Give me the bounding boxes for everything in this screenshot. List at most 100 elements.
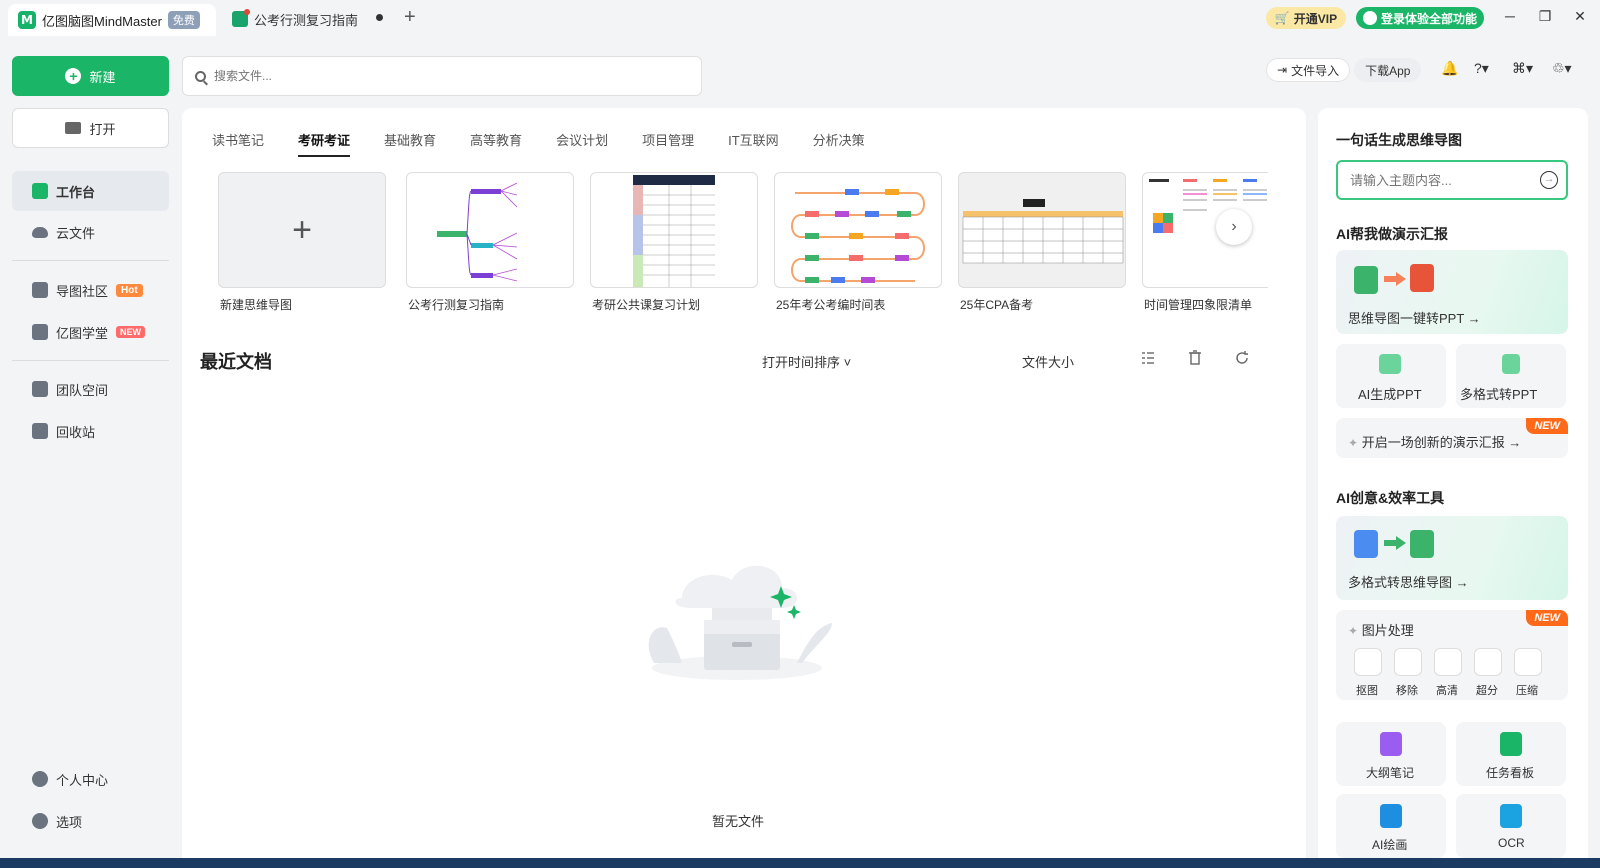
remove-label: 移除	[1396, 685, 1418, 697]
ai-mindmap-title: 一句话生成思维导图	[1336, 132, 1462, 148]
search-input[interactable]	[214, 69, 674, 83]
new-badge: NEW	[116, 326, 146, 338]
tab-analysis-decision[interactable]: 分析决策	[813, 130, 865, 157]
sidebar-item-academy[interactable]: 亿图学堂 NEW	[12, 312, 169, 352]
sidebar-item-team-space[interactable]: 团队空间	[12, 369, 169, 409]
ocr-card[interactable]: OCR	[1456, 794, 1566, 858]
import-icon: ⇥	[1277, 63, 1288, 77]
file-import-button[interactable]: ⇥ 文件导入	[1266, 58, 1351, 82]
tab-meeting-plan[interactable]: 会议计划	[556, 130, 608, 157]
sidebar-item-label: 团队空间	[56, 382, 109, 398]
ocr-icon	[1500, 804, 1522, 828]
send-arrow-icon[interactable]: →	[1540, 171, 1558, 189]
open-label: 打开	[89, 121, 116, 137]
sidebar-item-label: 亿图学堂	[56, 325, 109, 341]
bell-icon[interactable]: 🔔	[1441, 60, 1458, 77]
cutout-label: 抠图	[1356, 685, 1378, 697]
minimize-icon[interactable]: ─	[1500, 8, 1520, 24]
search-box[interactable]	[182, 56, 702, 96]
login-button[interactable]: 登录体验全部功能	[1356, 7, 1484, 29]
ai-generate-ppt-card[interactable]: AI生成PPT	[1336, 344, 1446, 408]
sort-label: 打开时间排序	[762, 355, 841, 370]
sidebar-item-community[interactable]: 导图社区 Hot	[12, 270, 169, 310]
template-label: 新建思维导图	[220, 298, 293, 312]
outline-notes-icon	[1380, 732, 1402, 756]
sidebar-item-label: 导图社区	[56, 283, 109, 299]
template-thumbnail	[774, 172, 942, 288]
ai-drawing-card[interactable]: AI绘画	[1336, 794, 1446, 858]
template-card[interactable]: 考研公共课复习计划	[590, 172, 758, 312]
hd-button[interactable]	[1434, 648, 1462, 676]
sidebar-item-options[interactable]: 选项	[12, 801, 169, 841]
app-home-tab[interactable]: M 亿图脑图MindMaster 免费	[8, 4, 216, 36]
template-card[interactable]: 公考行测复习指南	[406, 172, 574, 312]
trash-icon[interactable]	[1187, 350, 1203, 366]
compress-button[interactable]	[1514, 648, 1542, 676]
multi-format-to-ppt-label: 多格式转PPT	[1460, 387, 1538, 402]
list-view-icon[interactable]	[1140, 350, 1156, 366]
cart-icon: 🛒	[1274, 11, 1290, 25]
multi-format-to-mindmap-card[interactable]: 多格式转思维导图 →	[1336, 516, 1568, 600]
compress-label: 压缩	[1516, 685, 1538, 697]
document-tab[interactable]: 公考行测复习指南	[232, 8, 358, 30]
new-tag: NEW	[1526, 418, 1568, 434]
tab-higher-education[interactable]: 高等教育	[470, 130, 522, 157]
outline-notes-card[interactable]: 大纲笔记	[1336, 722, 1446, 786]
task-kanban-card[interactable]: 任务看板	[1456, 722, 1566, 786]
hot-badge: Hot	[116, 283, 143, 297]
chevron-down-icon: ˅	[843, 355, 852, 370]
user-icon	[1362, 11, 1377, 25]
tab-it-internet[interactable]: IT互联网	[728, 130, 779, 157]
sidebar-divider	[12, 360, 169, 361]
start-presentation-card[interactable]: NEW ✦ 开启一场创新的演示汇报 →	[1336, 418, 1568, 458]
open-vip-button[interactable]: 🛒 开通VIP	[1266, 7, 1346, 29]
restore-icon[interactable]: ❐	[1535, 8, 1555, 25]
template-card[interactable]: 时间管理四象限清单	[1142, 172, 1268, 312]
carousel-next-icon[interactable]: ›	[1216, 209, 1252, 245]
file-size-column[interactable]: 文件大小	[1022, 352, 1074, 371]
sort-by-open-time-dropdown[interactable]: 打开时间排序 ˅	[762, 352, 851, 371]
tab-close-dot-icon[interactable]	[376, 14, 383, 21]
search-icon	[195, 70, 206, 82]
apps-grid-icon[interactable]: ⌘▾	[1512, 60, 1533, 77]
title-bar: M 亿图脑图MindMaster 免费 公考行测复习指南 + 🛒 开通VIP 登…	[0, 0, 1600, 36]
sidebar-item-recycle-bin[interactable]: 回收站	[12, 411, 169, 451]
ai-presentation-title: AI帮我做演示汇报	[1336, 226, 1448, 242]
download-app-button[interactable]: 下载App	[1354, 58, 1422, 82]
tab-reading-notes[interactable]: 读书笔记	[212, 130, 264, 157]
template-label: 时间管理四象限清单	[1144, 298, 1253, 312]
mindmap-to-ppt-card[interactable]: 思维导图一键转PPT →	[1336, 250, 1568, 334]
main-panel: 读书笔记 考研考证 基础教育 高等教育 会议计划 项目管理 IT互联网 分析决策…	[182, 108, 1306, 868]
ai-drawing-label: AI绘画	[1372, 838, 1408, 852]
super-resolution-button[interactable]	[1474, 648, 1502, 676]
sidebar-item-workbench[interactable]: 工作台	[12, 171, 169, 211]
new-button[interactable]: + 新建	[12, 56, 169, 96]
tab-exam[interactable]: 考研考证	[298, 130, 351, 157]
trash-icon	[32, 423, 48, 439]
open-button[interactable]: 打开	[12, 108, 169, 148]
close-icon[interactable]: ✕	[1570, 8, 1590, 25]
document-tab-label: 公考行测复习指南	[254, 12, 359, 28]
mindmap-to-ppt-label: 思维导图一键转PPT →	[1348, 311, 1481, 326]
tab-basic-education[interactable]: 基础教育	[384, 130, 436, 157]
new-tag: NEW	[1526, 610, 1568, 626]
sidebar-item-label: 个人中心	[56, 772, 109, 788]
skin-icon[interactable]: ♲▾	[1552, 60, 1572, 77]
add-tab-icon[interactable]: +	[404, 6, 416, 29]
ai-topic-input-box[interactable]: →	[1336, 160, 1568, 200]
template-card[interactable]: 25年考公考编时间表	[774, 172, 942, 312]
template-thumbnail	[406, 172, 574, 288]
template-card[interactable]: + 新建思维导图	[218, 172, 386, 312]
cutout-button[interactable]	[1354, 648, 1382, 676]
sidebar-item-cloud[interactable]: 云文件	[12, 212, 169, 252]
tab-project-management[interactable]: 项目管理	[642, 130, 694, 157]
help-icon[interactable]: ?▾	[1474, 60, 1489, 77]
template-card[interactable]: 25年CPA备考	[958, 172, 1126, 312]
refresh-icon[interactable]	[1234, 350, 1250, 366]
template-label: 25年考公考编时间表	[776, 298, 886, 312]
remove-button[interactable]	[1394, 648, 1422, 676]
ai-topic-input[interactable]	[1350, 172, 1530, 188]
sidebar-item-profile[interactable]: 个人中心	[12, 759, 169, 799]
multi-format-to-ppt-card[interactable]: 多格式转PPT	[1456, 344, 1566, 408]
cloud-icon	[32, 226, 48, 238]
